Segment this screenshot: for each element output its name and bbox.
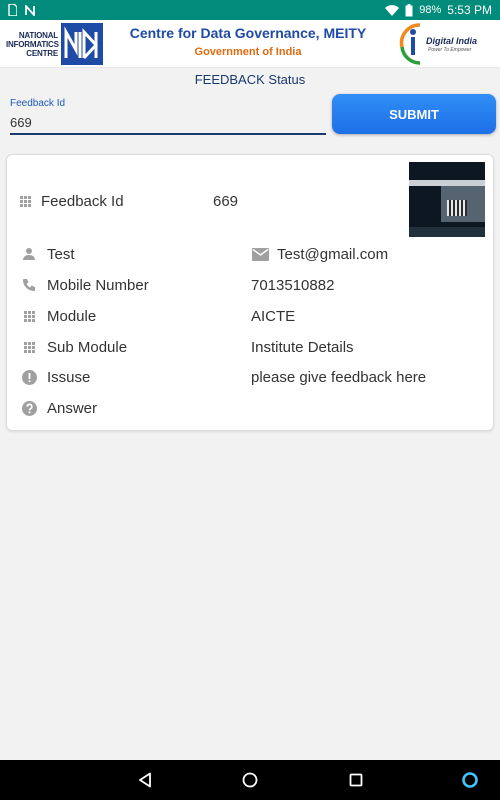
home-button[interactable]: [240, 770, 260, 790]
assistant-button[interactable]: [460, 770, 480, 790]
recents-button[interactable]: [346, 770, 366, 790]
alert-icon: [21, 369, 37, 385]
digital-india-logo: Digital India Power To Empower: [396, 22, 496, 66]
detail-row-sub-module: Sub Module Institute Details: [7, 335, 495, 359]
email-value: Test@gmail.com: [277, 245, 389, 263]
recents-square-icon: [349, 773, 363, 787]
email-icon: [251, 246, 269, 262]
header-subtitle: Government of India: [194, 46, 302, 58]
feedback-id-field: Feedback Id: [10, 98, 326, 135]
name-value: Test: [47, 245, 75, 263]
help-icon: [21, 400, 37, 416]
header-title: Centre for Data Governance, MEITY: [129, 25, 367, 41]
detail-label: Module: [47, 307, 97, 325]
phone-icon: [21, 277, 37, 293]
feedback-card: Feedback Id 669 Test Test@gmail.com Mobi…: [6, 154, 494, 431]
feedback-id-row-value: 669: [213, 192, 239, 210]
feedback-id-row-label: Feedback Id: [41, 192, 124, 210]
header-title-block: Centre for Data Governance, MEITY Govern…: [108, 25, 388, 58]
detail-row-mobile: Mobile Number 7013510882: [7, 273, 495, 297]
detail-value: 7013510882: [251, 276, 335, 294]
detail-value: AICTE: [251, 307, 296, 325]
feedback-id-input[interactable]: [10, 113, 326, 135]
n-icon: [25, 4, 35, 16]
status-bar: 98% 5:53 PM: [0, 0, 500, 20]
home-circle-icon: [242, 772, 258, 788]
system-nav-bar: [0, 760, 500, 800]
back-button[interactable]: [135, 770, 155, 790]
detail-row-answer: Answer: [7, 396, 495, 420]
back-triangle-icon: [139, 772, 151, 788]
detail-label: Answer: [47, 399, 98, 417]
detail-label: Sub Module: [47, 338, 128, 356]
feedback-id-row: Feedback Id 669: [7, 189, 495, 213]
nic-logo: NATIONAL INFORMATICS CENTRE: [6, 22, 104, 66]
person-icon: [21, 246, 37, 262]
grid-icon: [21, 339, 37, 355]
grid-icon: [17, 193, 33, 209]
submit-button[interactable]: SUBMIT: [332, 94, 496, 134]
detail-row-module: Module AICTE: [7, 304, 495, 328]
app-header: NATIONAL INFORMATICS CENTRE Centre for D…: [0, 20, 500, 68]
sd-card-icon: [8, 4, 17, 16]
grid-icon: [21, 308, 37, 324]
name-email-row: Test Test@gmail.com: [7, 242, 495, 266]
nic-emblem-icon: [61, 23, 103, 65]
nic-logo-text: NATIONAL INFORMATICS CENTRE: [6, 30, 59, 58]
battery-icon: [405, 3, 413, 16]
battery-percent: 98%: [419, 4, 442, 16]
alexa-ring-icon: [462, 772, 478, 788]
detail-value: Institute Details: [251, 338, 354, 356]
detail-value: please give feedback here: [251, 368, 427, 386]
clock: 5:53 PM: [447, 3, 492, 17]
digital-india-tagline: Power To Empower: [428, 47, 472, 53]
page-title: FEEDBACK Status: [194, 72, 306, 87]
feedback-id-label: Feedback Id: [10, 98, 66, 109]
detail-row-issue: Issuse please give feedback here: [7, 365, 495, 389]
digital-india-emblem-icon: [399, 23, 421, 65]
detail-label: Mobile Number: [47, 276, 149, 294]
detail-label: Issuse: [47, 368, 91, 386]
wifi-icon: [385, 4, 400, 16]
digital-india-text: Digital India: [426, 36, 478, 46]
